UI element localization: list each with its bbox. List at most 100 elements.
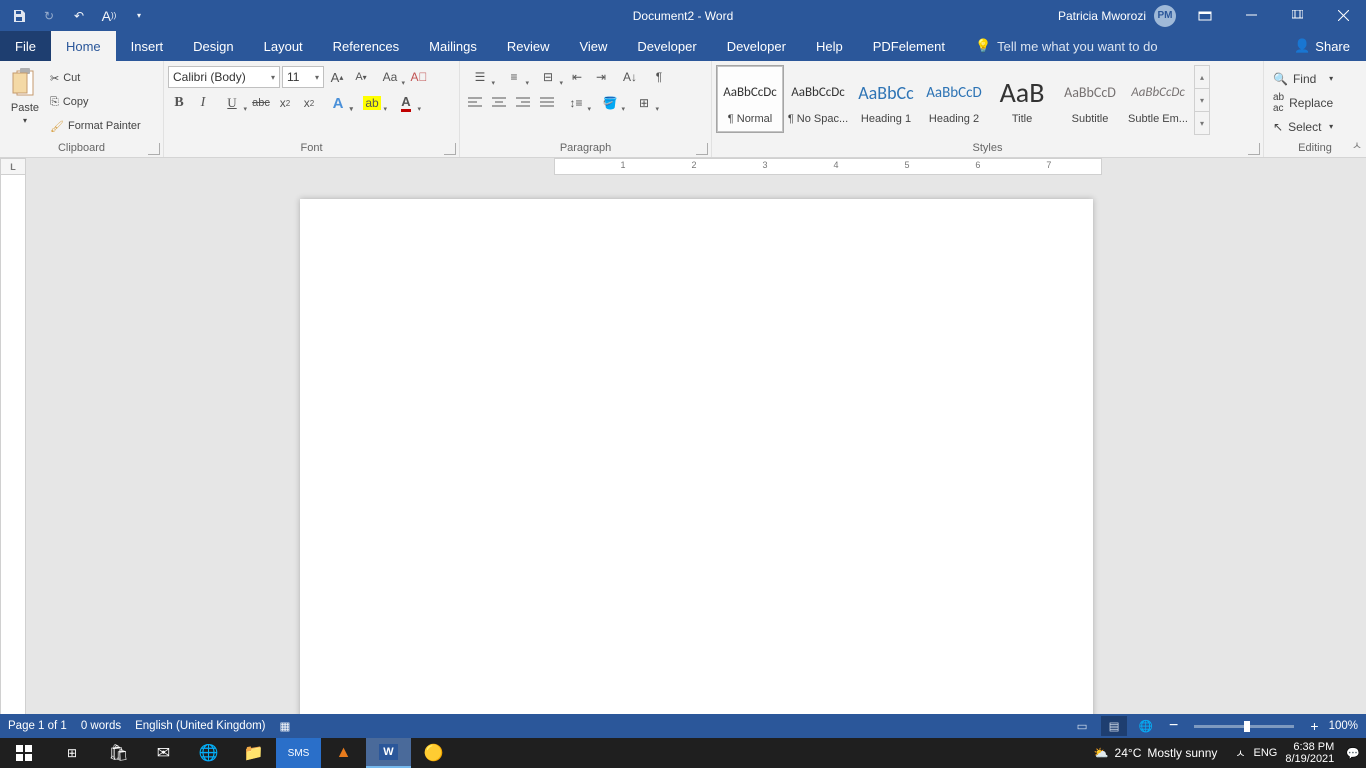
- undo-icon[interactable]: ↶: [68, 5, 90, 27]
- taskbar-app-vlc[interactable]: ▲: [321, 738, 366, 768]
- zoom-level[interactable]: 100%: [1329, 720, 1358, 732]
- taskbar-app-edge[interactable]: 🌐: [186, 738, 231, 768]
- horizontal-ruler[interactable]: 1234567: [554, 158, 1102, 175]
- tab-layout[interactable]: Layout: [249, 31, 318, 61]
- read-aloud-icon[interactable]: A)): [98, 5, 120, 27]
- highlight-button[interactable]: ab▾: [356, 92, 388, 114]
- language[interactable]: English (United Kingdom): [135, 720, 265, 732]
- action-center-icon[interactable]: 💬: [1346, 747, 1360, 760]
- taskbar-app-store[interactable]: 🛍: [96, 738, 141, 768]
- tab-developer1[interactable]: Developer: [622, 31, 711, 61]
- tray-chevron-icon[interactable]: ㅅ: [1235, 745, 1245, 761]
- bullets-button[interactable]: ☰▾: [464, 66, 496, 88]
- taskbar-clock[interactable]: 6:38 PM 8/19/2021: [1285, 741, 1338, 765]
- decrease-indent-button[interactable]: ⇤: [566, 66, 588, 88]
- multilevel-button[interactable]: ⊟▾: [532, 66, 564, 88]
- font-dialog-launch[interactable]: [444, 143, 456, 155]
- tab-help[interactable]: Help: [801, 31, 858, 61]
- taskbar-app-explorer[interactable]: 📁: [231, 738, 276, 768]
- taskbar-app-chrome[interactable]: 🟡: [411, 738, 456, 768]
- align-center-button[interactable]: [488, 92, 510, 114]
- shrink-font-button[interactable]: A▾: [350, 66, 372, 88]
- word-count[interactable]: 0 words: [81, 720, 121, 732]
- tab-pdfelement[interactable]: PDFelement: [858, 31, 960, 61]
- align-right-button[interactable]: [512, 92, 534, 114]
- macro-icon[interactable]: ▦: [280, 719, 291, 733]
- tray-language[interactable]: ENG: [1254, 747, 1278, 759]
- print-layout-icon[interactable]: ▤: [1101, 716, 1127, 736]
- tab-design[interactable]: Design: [178, 31, 248, 61]
- style-item[interactable]: AaBbCcDSubtitle: [1056, 65, 1124, 133]
- zoom-slider[interactable]: [1194, 725, 1294, 728]
- change-case-button[interactable]: Aa▾: [374, 66, 406, 88]
- user-account[interactable]: Patricia Mworozi PM: [1058, 5, 1182, 27]
- numbering-button[interactable]: ≡▾: [498, 66, 530, 88]
- style-item[interactable]: AaBbCcHeading 1: [852, 65, 920, 133]
- ribbon-display-icon[interactable]: [1182, 0, 1228, 31]
- grow-font-button[interactable]: A▴: [326, 66, 348, 88]
- style-scroll[interactable]: ▴▾▾: [1194, 65, 1210, 135]
- tell-me-search[interactable]: 💡 Tell me what you want to do: [960, 31, 1158, 61]
- clear-formatting-button[interactable]: A⃠: [408, 66, 430, 88]
- minimize-icon[interactable]: [1228, 0, 1274, 31]
- increase-indent-button[interactable]: ⇥: [590, 66, 612, 88]
- underline-button[interactable]: U▾: [216, 92, 248, 114]
- zoom-in-button[interactable]: +: [1306, 718, 1322, 734]
- tab-view[interactable]: View: [564, 31, 622, 61]
- read-mode-icon[interactable]: ▭: [1069, 716, 1095, 736]
- replace-button[interactable]: abacReplace: [1270, 92, 1336, 114]
- taskbar-weather[interactable]: ⛅ 24°C Mostly sunny: [1094, 746, 1228, 760]
- style-item[interactable]: AaBbCcDc¶ No Spac...: [784, 65, 852, 133]
- refresh-icon[interactable]: ↻: [38, 5, 60, 27]
- copy-button[interactable]: ⎘Copy: [48, 91, 143, 114]
- clipboard-dialog-launch[interactable]: [148, 143, 160, 155]
- document-canvas[interactable]: [26, 175, 1366, 714]
- styles-dialog-launch[interactable]: [1248, 143, 1260, 155]
- font-color-button[interactable]: A▾: [390, 92, 422, 114]
- bold-button[interactable]: B: [168, 92, 190, 114]
- superscript-button[interactable]: x2: [298, 92, 320, 114]
- web-layout-icon[interactable]: 🌐: [1133, 716, 1159, 736]
- page-count[interactable]: Page 1 of 1: [8, 720, 67, 732]
- paragraph-dialog-launch[interactable]: [696, 143, 708, 155]
- tab-developer2[interactable]: Developer: [712, 31, 801, 61]
- tab-insert[interactable]: Insert: [116, 31, 179, 61]
- taskbar-app-sms[interactable]: SMS: [276, 738, 321, 768]
- shading-button[interactable]: 🪣▾: [594, 92, 626, 114]
- cut-button[interactable]: ✂Cut: [48, 67, 143, 90]
- start-button[interactable]: [0, 738, 48, 768]
- qat-dropdown-icon[interactable]: ▾: [128, 5, 150, 27]
- share-button[interactable]: 👤 Share: [1278, 31, 1366, 61]
- style-item[interactable]: AaBbCcDHeading 2: [920, 65, 988, 133]
- text-effects-button[interactable]: A▾: [322, 92, 354, 114]
- save-icon[interactable]: [8, 5, 30, 27]
- show-marks-button[interactable]: ¶: [648, 66, 670, 88]
- zoom-out-button[interactable]: −: [1165, 717, 1182, 735]
- subscript-button[interactable]: x2: [274, 92, 296, 114]
- style-item[interactable]: AaBTitle: [988, 65, 1056, 133]
- tab-home[interactable]: Home: [51, 31, 116, 61]
- vertical-ruler[interactable]: [0, 175, 26, 714]
- find-button[interactable]: 🔍Find▾: [1270, 68, 1336, 90]
- close-icon[interactable]: [1320, 0, 1366, 31]
- select-button[interactable]: ↖Select▾: [1270, 116, 1336, 138]
- tab-file[interactable]: File: [0, 31, 51, 61]
- font-size-combo[interactable]: 11▾: [282, 66, 324, 88]
- tab-review[interactable]: Review: [492, 31, 565, 61]
- tab-selector[interactable]: L: [0, 158, 26, 175]
- style-gallery[interactable]: AaBbCcDc¶ NormalAaBbCcDc¶ No Spac...AaBb…: [716, 65, 1192, 133]
- borders-button[interactable]: ⊞▾: [628, 92, 660, 114]
- italic-button[interactable]: I: [192, 92, 214, 114]
- tab-references[interactable]: References: [318, 31, 414, 61]
- justify-button[interactable]: [536, 92, 558, 114]
- taskbar-app-word[interactable]: W: [366, 738, 411, 768]
- format-painter-button[interactable]: 🖌Format Painter: [48, 115, 143, 138]
- taskbar-app-mail[interactable]: ✉: [141, 738, 186, 768]
- style-item[interactable]: AaBbCcDc¶ Normal: [716, 65, 784, 133]
- paste-button[interactable]: Paste▾: [4, 64, 46, 139]
- align-left-button[interactable]: [464, 92, 486, 114]
- maximize-icon[interactable]: [1274, 0, 1320, 31]
- page[interactable]: [300, 199, 1093, 714]
- task-view-button[interactable]: ⊞: [48, 738, 96, 768]
- collapse-ribbon-icon[interactable]: ㅅ: [1352, 137, 1362, 153]
